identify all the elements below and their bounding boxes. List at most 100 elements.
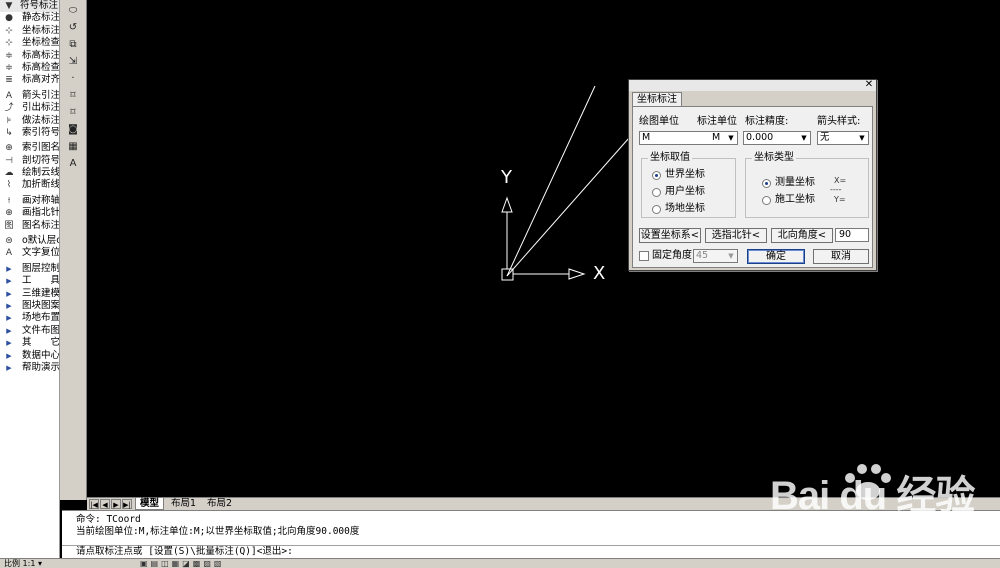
dialog-titlebar[interactable]: ✕ (629, 80, 876, 91)
north-angle-input[interactable]: 90 (835, 228, 869, 242)
menu-item[interactable]: ▶ 文件布图 (0, 325, 59, 337)
menu-item[interactable]: ⊧ 做法标注 (0, 115, 59, 127)
menu-item[interactable]: A 文字复位 (0, 247, 59, 259)
status-toggle-icons[interactable]: ▣▤◫▦◪▩▨▧ (140, 559, 224, 568)
menu-item[interactable]: ≑ 标高标注 (0, 50, 59, 62)
menu-item-label: 索引图名 (22, 142, 60, 154)
move-tool-icon[interactable]: ⇲ (65, 55, 81, 69)
leader-line-2 (506, 137, 630, 277)
north-angle-button[interactable]: 北向角度< (771, 228, 833, 243)
precision-select[interactable]: 0.000 ▼ (743, 131, 811, 145)
close-icon[interactable]: ✕ (864, 80, 874, 90)
expand-icon: ▶ (6, 301, 12, 310)
menu-item-label: 画指北针 (22, 207, 60, 219)
chevron-down-icon[interactable]: ▼ (726, 251, 736, 261)
menu-item[interactable]: ⌇ 加折断线 (0, 179, 59, 191)
menu-item[interactable]: ▶ 图块图案 (0, 300, 59, 312)
menu-item-label: 其 它 (22, 337, 60, 349)
chevron-down-icon[interactable]: ▼ (799, 133, 809, 143)
text-tool-icon[interactable]: A (65, 157, 81, 171)
scale-selector[interactable]: 比例 1:1 ▾ (4, 559, 42, 568)
menu-item[interactable]: ⟊ 画对称轴 (0, 195, 59, 207)
menu-item[interactable]: 图图名标注 (0, 220, 59, 232)
menu-item-label: 绘制云线 (22, 167, 60, 179)
tab-model[interactable]: 模型 (135, 498, 165, 510)
last-tab-icon[interactable]: ▶| (122, 499, 132, 509)
menu-item[interactable]: ⊕ 索引图名 (0, 142, 59, 154)
arrow-style-select[interactable]: 无 ▼ (817, 131, 869, 145)
menu-item[interactable]: ≣ 标高对齐 (0, 74, 59, 86)
menu-item[interactable]: A 箭头引注 (0, 90, 59, 102)
precision-value: 0.000 (746, 132, 774, 143)
radio-user-coord[interactable]: 用户坐标 (652, 186, 705, 198)
fixed-angle-select[interactable]: 45 ▼ (693, 249, 738, 263)
menu-item[interactable]: ⊕ 画指北针 (0, 207, 59, 219)
radio-world-coord[interactable]: 世界坐标 (652, 169, 705, 181)
tab-coordinate-annotation[interactable]: 坐标标注 (632, 92, 682, 106)
radio-survey-coord[interactable]: 测量坐标 (762, 177, 815, 189)
symmetry-axis-icon: ⟊ (7, 195, 11, 206)
menu-item[interactable]: ⊹ 坐标检查 (0, 37, 59, 49)
ok-button[interactable]: 确定 (747, 249, 805, 264)
menu-item[interactable]: ⊜ o默认层o (0, 235, 59, 247)
radio-site-coord[interactable]: 场地坐标 (652, 203, 705, 215)
set-ucs-button[interactable]: 设置坐标系< (639, 228, 701, 243)
menu-item[interactable]: ▼ 符号标注 (0, 0, 59, 13)
trim-tool-icon[interactable]: ⌑ (65, 106, 81, 120)
menu-item-label: 加折断线 (22, 179, 60, 191)
menu-item-label: 工 具 (22, 275, 60, 287)
camera-tool-icon[interactable]: ◙ (65, 123, 81, 137)
chevron-down-icon: ▼ (5, 1, 13, 11)
radio-label: 世界坐标 (665, 169, 705, 180)
cancel-button[interactable]: 取消 (813, 249, 869, 264)
index-symbol-icon: ↳ (5, 127, 13, 138)
baidu-watermark: Bai du 经验 jingyan.baidu.com (770, 462, 995, 546)
menu-item[interactable]: ↳ 索引符号 (0, 127, 59, 139)
prev-tab-icon[interactable]: ◀ (100, 499, 110, 509)
preview-y: Y= (834, 195, 846, 204)
fixed-angle-label: 固定角度 (652, 250, 692, 261)
first-tab-icon[interactable]: |◀ (89, 499, 99, 509)
menu-item[interactable]: ● 静态标注 (0, 12, 59, 24)
undo-arc-icon[interactable]: ↺ (65, 21, 81, 35)
menu-item-label: 箭头引注 (22, 89, 60, 101)
menu-item[interactable]: ▶ 其 它 (0, 337, 59, 349)
tab-layout2[interactable]: 布局2 (203, 498, 236, 510)
menu-item[interactable]: ⤴ 引出标注 (0, 102, 59, 114)
fixed-angle-checkbox[interactable] (639, 251, 649, 261)
menu-item[interactable]: ▶ 数据中心 (0, 350, 59, 362)
menu-item[interactable]: ▶ 工 具 (0, 275, 59, 287)
radio-icon (762, 179, 771, 188)
command-prompt[interactable]: 请点取标注点或 [设置(S)\批量标注(Q)]<退出>: (62, 545, 1000, 557)
menu-item[interactable]: ▶ 图层控制 (0, 263, 59, 275)
copy-tool-icon[interactable]: ⧉ (65, 38, 81, 52)
menu-item[interactable]: ≑ 标高检查 (0, 62, 59, 74)
point-tool-icon[interactable]: · (65, 72, 81, 86)
ellipse-tool-icon[interactable]: ⬭ (65, 4, 81, 18)
stretch-tool-icon[interactable]: ⌑ (65, 89, 81, 103)
unit-select[interactable]: M M ▼ (639, 131, 738, 145)
menu-item-label: 坐标检查 (22, 37, 60, 49)
menu-item[interactable]: ▶ 帮助演示 (0, 362, 59, 374)
pick-north-arrow-button[interactable]: 选指北针< (705, 228, 767, 243)
menu-item-label: 标高对齐 (22, 74, 60, 86)
menu-item[interactable]: ⊹ 坐标标注 (0, 25, 59, 37)
menu-item[interactable]: ☁ 绘制云线 (0, 167, 60, 179)
table-tool-icon[interactable]: ▦ (65, 140, 81, 154)
break-line-icon: ⌇ (6, 180, 12, 191)
text-reset-icon: A (5, 248, 13, 259)
leader-line-1 (506, 85, 596, 277)
menu-item-label: 画对称轴 (22, 194, 60, 206)
menu-item-label: 静态标注 (22, 12, 60, 24)
menu-item[interactable]: ▶ 场地布置 (0, 312, 59, 324)
menu-item[interactable]: ▶ 三维建模 (0, 288, 59, 300)
tab-layout1[interactable]: 布局1 (167, 498, 200, 510)
command-history-line: 命令: TCoord (76, 514, 141, 525)
drawing-unit-label: 绘图单位 (639, 116, 679, 127)
menu-item[interactable]: ⊣ 剖切符号 (0, 155, 59, 167)
chevron-down-icon[interactable]: ▼ (726, 133, 736, 143)
next-tab-icon[interactable]: ▶ (111, 499, 121, 509)
chevron-down-icon[interactable]: ▼ (857, 133, 867, 143)
radio-label: 用户坐标 (665, 186, 705, 197)
radio-construction-coord[interactable]: 施工坐标 (762, 194, 815, 206)
